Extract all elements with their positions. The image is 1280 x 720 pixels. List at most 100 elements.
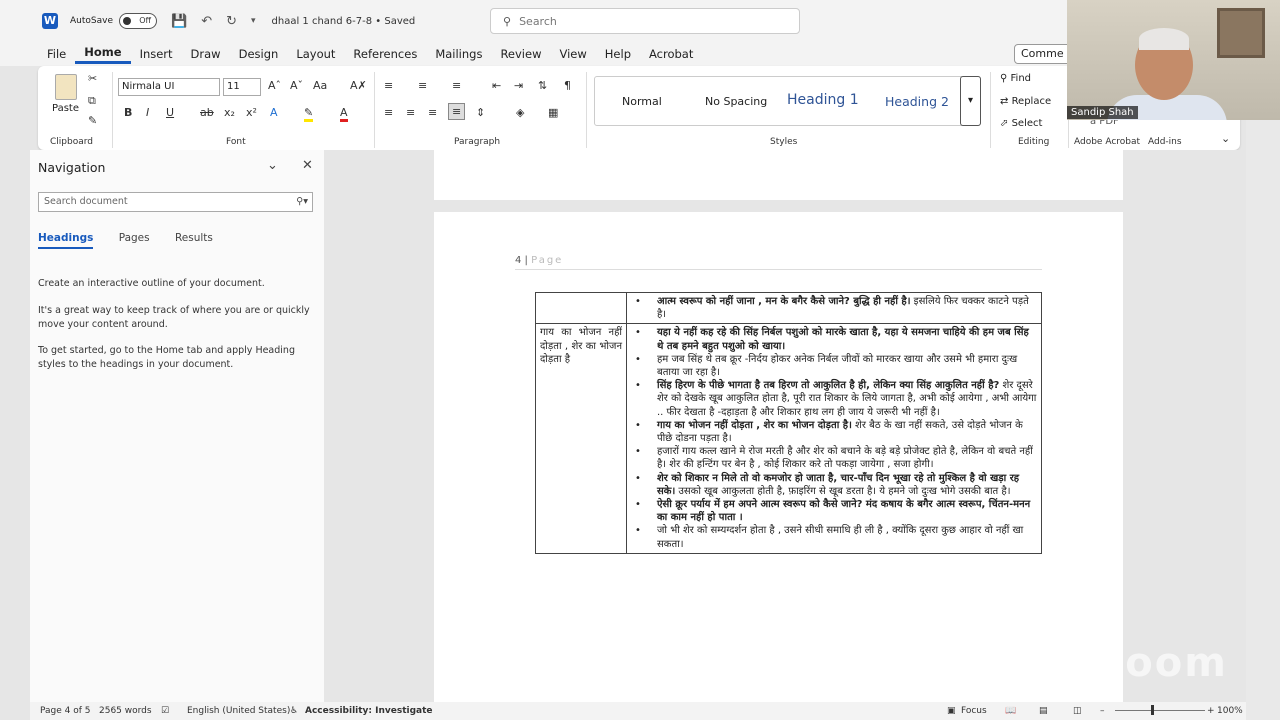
highlight-icon[interactable]: ✎ <box>304 106 314 122</box>
copy-icon[interactable]: ⧉ <box>88 94 96 108</box>
comments-button[interactable]: Comme <box>1014 44 1074 64</box>
read-mode-icon[interactable]: 📖 <box>1005 706 1016 716</box>
list-item: सिंह हिरण के पीछे भागता है तब हिरण तो आक… <box>631 379 1037 419</box>
tab-headings[interactable]: Headings <box>38 232 94 249</box>
table-cell[interactable]: गाय का भोजन नहीं दोड़ता , शेर का भोजन दो… <box>535 323 627 554</box>
bullets-icon[interactable]: ≡ <box>384 79 393 92</box>
font-size-select[interactable]: 11 <box>223 78 261 96</box>
justify-icon[interactable]: ≡ <box>448 103 466 120</box>
styles-more-button[interactable]: ▾ <box>960 76 981 126</box>
decrease-indent-icon[interactable]: ⇤ <box>492 79 501 92</box>
bold-icon[interactable]: B <box>124 106 132 119</box>
tab-review[interactable]: Review <box>491 47 550 61</box>
tab-insert[interactable]: Insert <box>131 47 182 61</box>
multilevel-list-icon[interactable]: ≡ <box>452 79 461 92</box>
zoom-slider[interactable] <box>1115 710 1205 711</box>
tab-view[interactable]: View <box>550 47 595 61</box>
participant-name: Sandip Shah <box>1067 106 1138 119</box>
search-icon[interactable]: ⚲▾ <box>296 193 308 211</box>
tab-acrobat[interactable]: Acrobat <box>640 47 702 61</box>
search-input[interactable]: ⚲ Search <box>490 8 800 34</box>
sort-icon[interactable]: ⇅ <box>538 79 547 92</box>
underline-icon[interactable]: U <box>166 106 174 119</box>
superscript-icon[interactable]: x² <box>246 106 257 119</box>
tab-pages[interactable]: Pages <box>119 232 150 244</box>
autosave-toggle[interactable]: Off <box>119 13 157 29</box>
style-no-spacing[interactable]: No Spacing <box>705 95 767 108</box>
paste-label[interactable]: Paste <box>52 103 79 114</box>
focus-icon[interactable]: ▣ <box>947 706 956 716</box>
style-normal[interactable]: Normal <box>622 95 662 108</box>
tab-layout[interactable]: Layout <box>287 47 344 61</box>
chevron-down-icon[interactable]: ⌄ <box>267 158 278 173</box>
zoom-level[interactable]: 100% <box>1217 706 1243 716</box>
search-document-input[interactable]: Search document ⚲▾ <box>38 192 313 212</box>
document-name[interactable]: dhaal 1 chand 6-7-8 • Saved <box>272 16 416 27</box>
font-color-icon[interactable]: A <box>340 106 348 122</box>
tab-mailings[interactable]: Mailings <box>426 47 491 61</box>
table-cell[interactable] <box>535 291 627 325</box>
increase-indent-icon[interactable]: ⇥ <box>514 79 523 92</box>
zoom-slider-thumb[interactable] <box>1151 705 1154 715</box>
save-icon[interactable]: 💾 <box>171 14 187 29</box>
align-right-icon[interactable]: ≡ <box>428 106 437 119</box>
tab-design[interactable]: Design <box>230 47 288 61</box>
table-cell[interactable]: आत्म स्वरूप को नहीं जाना , मन के बगैर कै… <box>626 291 1042 325</box>
language-status[interactable]: English (United States) <box>187 706 290 716</box>
print-layout-icon[interactable]: ▤ <box>1039 706 1048 716</box>
style-heading-1[interactable]: Heading 1 <box>787 92 859 108</box>
strikethrough-icon[interactable]: ab <box>200 106 214 119</box>
tab-home[interactable]: Home <box>75 45 131 64</box>
grow-font-icon[interactable]: Aˆ <box>268 79 281 92</box>
shrink-font-icon[interactable]: Aˇ <box>290 79 303 92</box>
clear-formatting-icon[interactable]: A✗ <box>350 79 367 92</box>
align-left-icon[interactable]: ≡ <box>384 106 393 119</box>
find-button[interactable]: ⚲ Find <box>1000 73 1031 84</box>
redo-icon[interactable]: ↻ <box>226 14 237 29</box>
shading-icon[interactable]: ◈ <box>516 106 524 119</box>
customize-toolbar-icon[interactable]: ▾ <box>251 16 256 26</box>
style-heading-2[interactable]: Heading 2 <box>885 94 949 109</box>
show-marks-icon[interactable]: ¶ <box>564 79 571 92</box>
document-page[interactable]: 4 | Page आत्म स्वरूप को नहीं जाना , मन क… <box>434 212 1123 702</box>
tab-help[interactable]: Help <box>596 47 640 61</box>
document-canvas[interactable]: 4 | Page आत्म स्वरूप को नहीं जाना , मन क… <box>324 150 1246 702</box>
tab-references[interactable]: References <box>344 47 426 61</box>
table-cell[interactable]: यहा ये नहीं कह रहे की सिंह निर्बल पशुओ क… <box>626 323 1042 554</box>
italic-icon[interactable]: I <box>146 106 149 119</box>
addins-group-label: Add-ins <box>1148 137 1182 147</box>
subscript-icon[interactable]: x₂ <box>224 106 235 119</box>
zoom-out-icon[interactable]: – <box>1100 706 1105 716</box>
web-layout-icon[interactable]: ◫ <box>1073 706 1082 716</box>
page-count[interactable]: Page 4 of 5 <box>40 706 91 716</box>
font-name-select[interactable]: Nirmala UI <box>118 78 220 96</box>
vertical-scrollbar[interactable] <box>1246 120 1280 720</box>
text-effects-icon[interactable]: A <box>270 106 278 119</box>
change-case-icon[interactable]: Aa <box>313 79 327 92</box>
tab-results[interactable]: Results <box>175 232 213 244</box>
proofing-icon[interactable]: ☑ <box>161 706 169 716</box>
undo-icon[interactable]: ↶ <box>201 14 212 29</box>
navigation-help-3: To get started, go to the Home tab and a… <box>38 345 295 370</box>
navigation-help-1: Create an interactive outline of your do… <box>38 278 265 289</box>
word-count[interactable]: 2565 words <box>99 706 152 716</box>
borders-icon[interactable]: ▦ <box>548 106 558 119</box>
accessibility-status[interactable]: Accessibility: Investigate <box>305 706 433 716</box>
focus-label[interactable]: Focus <box>961 706 987 716</box>
paste-icon[interactable] <box>55 74 77 100</box>
cut-icon[interactable]: ✂ <box>88 72 97 85</box>
webcam-video: Sandip Shah <box>1067 0 1280 120</box>
zoom-in-icon[interactable]: + <box>1207 706 1215 716</box>
tab-draw[interactable]: Draw <box>182 47 230 61</box>
close-icon[interactable]: ✕ <box>302 158 313 173</box>
collapse-ribbon-icon[interactable]: ⌄ <box>1221 132 1230 145</box>
format-painter-icon[interactable]: ✎ <box>88 114 97 127</box>
tab-file[interactable]: File <box>38 47 75 61</box>
numbering-icon[interactable]: ≡ <box>418 79 427 92</box>
table-row: गाय का भोजन नहीं दोड़ता , शेर का भोजन दो… <box>535 323 1042 554</box>
align-center-icon[interactable]: ≡ <box>406 106 415 119</box>
list-item: हम जब सिंह थे तब क्रूर -निर्दय होकर अनेक… <box>631 353 1037 379</box>
line-spacing-icon[interactable]: ⇕ <box>476 106 485 119</box>
replace-button[interactable]: ⇄ Replace <box>1000 96 1051 107</box>
select-button[interactable]: ⬀ Select <box>1000 118 1042 129</box>
